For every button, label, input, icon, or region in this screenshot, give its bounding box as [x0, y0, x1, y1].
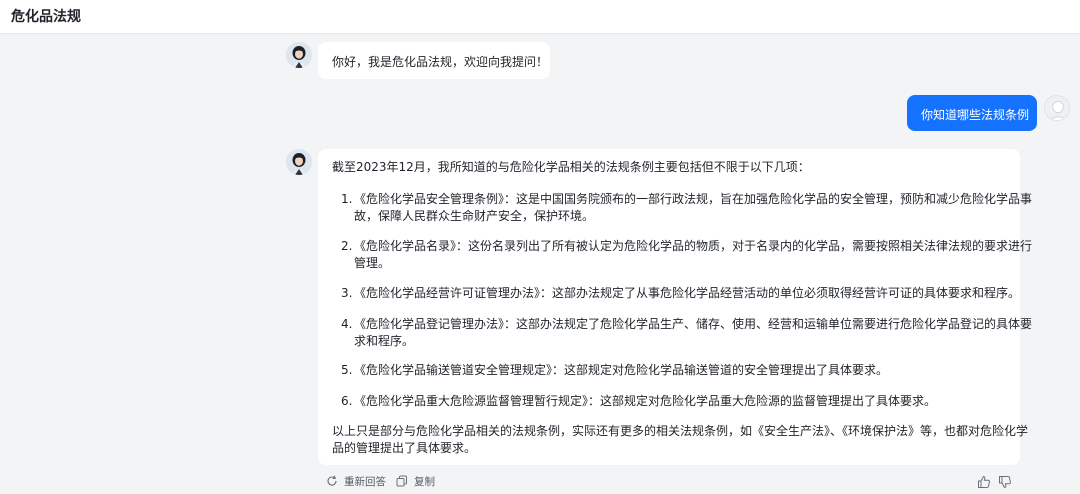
regenerate-button[interactable]: 重新回答: [326, 474, 386, 488]
list-item-number: 1.: [341, 192, 353, 206]
list-item-number: 6.: [341, 394, 353, 408]
top-bar: 危化品法规: [0, 0, 1080, 34]
copy-label: 复制: [414, 476, 435, 488]
list-item-text: 故，保障人民群众生命财产安全，保护环境。: [354, 209, 595, 223]
copy-button[interactable]: 复制: [396, 474, 436, 488]
answer-message: 截至2023年12月，我所知道的与危险化学品相关的法规条例主要包括但不限于以下几…: [318, 149, 1032, 465]
list-item-text: 《危险化学品名录》：这份名录列出了所有被认定为危险化学品的物质，对于名录内的化学…: [354, 239, 1033, 253]
answer-intro: 截至2023年12月，我所知道的与危险化学品相关的法规条例主要包括但不限于以下几…: [332, 160, 810, 174]
list-item-text: 管理。: [354, 256, 391, 270]
list-item-text: 求和程序。: [354, 334, 415, 348]
list-item-number: 5.: [341, 363, 353, 377]
bot-avatar: [286, 42, 312, 68]
answer-outro: 品的管理提出了具体要求。: [332, 441, 477, 455]
thumbs-up-button[interactable]: [977, 474, 991, 488]
app-title: 危化品法规: [11, 9, 81, 25]
list-item-number: 2.: [341, 239, 353, 253]
user-avatar: [1044, 95, 1070, 121]
answer-outro: 以上只是部分与危险化学品相关的法规条例，实际还有更多的相关法规条例，如《安全生产…: [332, 424, 1029, 438]
user-avatar-icon: [1045, 96, 1069, 120]
thumbs-up-icon: [978, 475, 990, 488]
list-item-text: 《危险化学品重大危险源监督管理暂行规定》：这部规定对危险化学品重大危险源的监督管…: [354, 394, 937, 408]
refresh-icon: [327, 475, 337, 486]
greeting-text: 你好，我是危化品法规，欢迎向我提问！: [332, 55, 549, 69]
list-item-text: 《危险化学品安全管理条例》：这是中国国务院颁布的一部行政法规，旨在加强危险化学品…: [354, 192, 1033, 206]
list-item-text: 《危险化学品经营许可证管理办法》：这部办法规定了从事危险化学品经营活动的单位必须…: [354, 286, 1021, 300]
list-item-number: 4.: [341, 317, 353, 331]
user-message-text: 你知道哪些法规条例: [921, 108, 1030, 122]
bot-avatar-image: [286, 42, 312, 68]
bot-avatar-image: [286, 149, 312, 175]
bot-avatar: [286, 149, 312, 175]
greeting-message: 你好，我是危化品法规，欢迎向我提问！: [318, 42, 550, 79]
thumbs-down-button[interactable]: [998, 474, 1012, 489]
thumbs-down-icon: [999, 476, 1011, 489]
regenerate-label: 重新回答: [344, 476, 386, 488]
user-message: 你知道哪些法规条例: [907, 95, 1037, 131]
list-item-number: 3.: [341, 286, 353, 300]
list-item-text: 《危险化学品输送管道安全管理规定》：这部规定对危险化学品输送管道的安全管理提出了…: [354, 363, 889, 377]
copy-icon: [396, 475, 407, 487]
list-item-text: 《危险化学品登记管理办法》：这部办法规定了危险化学品生产、储存、使用、经营和运输…: [354, 317, 1033, 331]
